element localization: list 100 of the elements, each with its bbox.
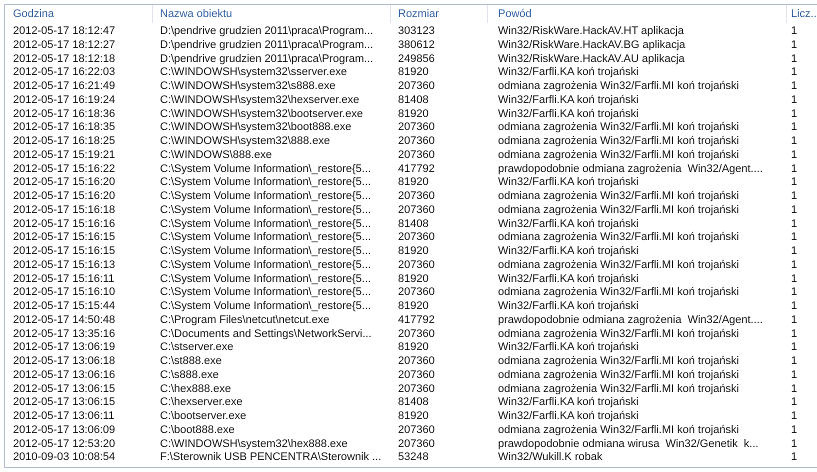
table-cell-text: C:\System Volume Information\_restore{5...	[159, 176, 372, 190]
table-cell-text: 207360	[397, 328, 436, 342]
table-cell-text: 2012-05-17 13:06:16	[12, 368, 116, 382]
table-cell-text: 1	[790, 218, 798, 232]
table-cell-text: 2012-05-17 18:12:47	[12, 25, 116, 39]
table-cell-text: Win32/Farfli.KA koń trojański	[497, 218, 640, 232]
table-cell-text: 207360	[397, 355, 436, 369]
table-cell-text: 81920	[397, 66, 430, 80]
table-cell-text: 1	[790, 121, 798, 135]
table-cell-text: 1	[790, 190, 798, 204]
table-cell-text: odmiana zagrożenia Win32/Farfli.MI koń trojański	[497, 258, 740, 272]
table-cell-text: 303123	[397, 25, 436, 39]
table-cell-text: prawdopodobnie odmiana zagrożenia Win32/Agent....	[497, 314, 764, 328]
table-cell-text: 1	[790, 162, 798, 176]
table-cell-text: Win32/RiskWare.HackAV.HT aplikacja	[497, 25, 685, 39]
table-cell-text: 2012-05-17 15:16:18	[12, 204, 116, 218]
table-cell-text: Win32/RiskWare.HackAV.BG aplikacja	[497, 38, 686, 52]
table-cell-text: D:\pendrive grudzien 2011\praca\Program...	[159, 38, 374, 52]
table-cell-text: odmiana zagrożenia Win32/Farfli.MI koń trojański	[497, 424, 740, 438]
table-cell-text: 207360	[397, 286, 436, 300]
table-cell-text: 1	[790, 176, 798, 190]
table-cell-text: 207360	[397, 258, 436, 272]
table-cell-text: odmiana zagrożenia Win32/Farfli.MI koń trojański	[497, 190, 740, 204]
table-cell-text: C:\stserver.exe	[159, 341, 234, 355]
table-cell-text: 1	[790, 108, 798, 122]
table-cell-text: prawdopodobnie odmiana wirusa Win32/Genetik k...	[497, 438, 760, 452]
table-cell-text: 81408	[397, 396, 430, 410]
table-cell-text: Win32/RiskWare.HackAV.AU aplikacja	[497, 52, 686, 66]
table-cell-text: 1	[790, 135, 798, 149]
table-cell-text: prawdopodobnie odmiana zagrożenia Win32/Agent....	[497, 162, 764, 176]
table-cell-text: 1	[790, 204, 798, 218]
table-cell-text: Win32/Farfli.KA koń trojański	[497, 245, 640, 259]
column-header[interactable]: Rozmiar	[391, 5, 488, 23]
table-cell-text: 249856	[397, 52, 436, 66]
table-cell-text: odmiana zagrożenia Win32/Farfli.MI koń trojański	[497, 231, 740, 245]
table-cell-text: 81920	[397, 300, 430, 314]
table-cell-text: odmiana zagrożenia Win32/Farfli.MI koń trojański	[497, 355, 740, 369]
table-cell-text: 1	[790, 66, 798, 80]
table-cell-text: 207360	[397, 424, 436, 438]
table-cell-text: 1	[790, 231, 798, 245]
table-cell-text: 1	[790, 148, 798, 162]
table-cell-text: 1	[790, 38, 798, 52]
table-cell-text: 2012-05-17 13:06:19	[12, 341, 116, 355]
table-cell-text: 1	[790, 314, 798, 328]
table-cell-text: C:\WINDOWSH\system32\bootserver.exe	[159, 108, 364, 122]
table-cell-text: 81408	[397, 94, 430, 108]
table-cell-text: Win32/Wukill.K robak	[497, 451, 604, 465]
table-cell-text: odmiana zagrożenia Win32/Farfli.MI koń trojański	[497, 148, 740, 162]
table-cell-text: 417792	[397, 314, 436, 328]
table-cell-text: Win32/Farfli.KA koń trojański	[497, 108, 640, 122]
table-cell-text: C:\System Volume Information\_restore{5...	[159, 258, 372, 272]
table-cell-text: 380612	[397, 38, 436, 52]
table-cell-text: 81920	[397, 341, 430, 355]
table-cell-text: 2012-05-17 15:19:21	[12, 148, 116, 162]
table-cell-text: C:\System Volume Information\_restore{5...	[159, 231, 372, 245]
table-cell-text: 2012-05-17 16:21:49	[12, 80, 116, 94]
table-cell-text: 81920	[397, 245, 430, 259]
column-header[interactable]: Licz...	[787, 5, 817, 23]
table-cell-text: C:\s888.exe	[159, 368, 220, 382]
table-cell-text: C:\WINDOWSH\system32\s888.exe	[159, 80, 336, 94]
column-header[interactable]: Godzina	[5, 5, 153, 23]
table-cell-text: 207360	[397, 135, 436, 149]
table-cell-text: 2012-05-17 13:06:11	[12, 410, 116, 424]
table-cell-text: 1	[790, 286, 798, 300]
table-cell-text: Win32/Farfli.KA koń trojański	[497, 300, 640, 314]
table-cell-text: 2012-05-17 14:50:48	[12, 314, 116, 328]
table-cell-text: C:\System Volume Information\_restore{5...	[159, 245, 372, 259]
table-cell-text: 1	[790, 80, 798, 94]
table-cell-text: 2010-09-03 10:08:54	[12, 451, 116, 465]
table-cell-text: C:\System Volume Information\_restore{5...	[159, 204, 372, 218]
table-cell-text: Win32/Farfli.KA koń trojański	[497, 410, 640, 424]
table-cell-text: C:\Documents and Settings\NetworkServi...	[159, 328, 373, 342]
table-cell-text: 2012-05-17 13:06:09	[12, 424, 116, 438]
table-cell-text: 2012-05-17 18:12:27	[12, 38, 116, 52]
table-cell-text: 207360	[397, 231, 436, 245]
table-cell-text: C:\System Volume Information\_restore{5...	[159, 218, 372, 232]
table-cell-text: odmiana zagrożenia Win32/Farfli.MI koń trojański	[497, 135, 740, 149]
table-cell-text: 1	[790, 396, 798, 410]
table-cell-text: 2012-05-17 15:16:10	[12, 286, 116, 300]
table-cell-text: 1	[790, 341, 798, 355]
table-cell-text: F:\Sterownik USB PENCENTRA\Sterownik ...	[159, 451, 382, 465]
table-cell-text: odmiana zagrożenia Win32/Farfli.MI koń trojański	[497, 382, 740, 396]
table-cell-text: 81920	[397, 108, 430, 122]
table-cell-text: 1	[790, 328, 798, 342]
column-header[interactable]: Powód	[488, 5, 787, 23]
table-cell-text: 81920	[397, 410, 430, 424]
table-cell-text: C:\System Volume Information\_restore{5...	[159, 272, 372, 286]
table-cell-text: 53248	[397, 451, 430, 465]
table-cell-text: D:\pendrive grudzien 2011\praca\Program...	[159, 25, 374, 39]
table-cell-text: odmiana zagrożenia Win32/Farfli.MI koń trojański	[497, 204, 740, 218]
table-cell-text: 2012-05-17 15:16:15	[12, 231, 116, 245]
table-cell-text: 2012-05-17 16:18:35	[12, 121, 116, 135]
column-header[interactable]: Nazwa obiektu	[153, 5, 391, 23]
table-cell-text: 207360	[397, 148, 436, 162]
table-cell-text: 2012-05-17 16:18:25	[12, 135, 116, 149]
table-cell-text: C:\WINDOWSH\system32\hex888.exe	[159, 438, 349, 452]
table-cell-text: 207360	[397, 438, 436, 452]
table-cell-text: 2012-05-17 13:06:15	[12, 382, 116, 396]
table-cell-text: 2012-05-17 13:06:18	[12, 355, 116, 369]
table-cell-text: C:\WINDOWSH\system32\boot888.exe	[159, 121, 352, 135]
